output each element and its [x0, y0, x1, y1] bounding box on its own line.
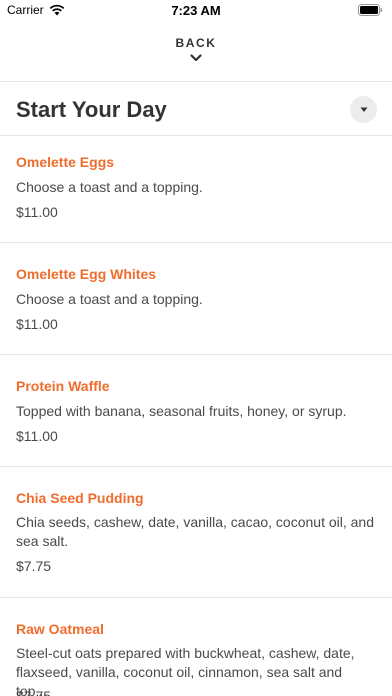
back-label: BACK: [175, 36, 217, 50]
menu-item-name: Protein Waffle: [16, 378, 110, 394]
menu-item-price: $7.75: [16, 688, 52, 696]
menu-item-protein-waffle[interactable]: Protein Waffle Topped with banana, seaso…: [0, 355, 392, 466]
section-title: Start Your Day: [16, 97, 167, 122]
menu-item-chia-seed-pudding[interactable]: Chia Seed Pudding Chia seeds, cashew, da…: [0, 467, 392, 597]
menu-item-name: Raw Oatmeal: [16, 621, 104, 637]
menu-item-price: $11.00: [16, 428, 58, 444]
caret-down-icon: [360, 107, 367, 112]
menu-item-description: Choose a toast and a topping.: [16, 291, 203, 307]
menu-item-name: Omelette Eggs: [16, 154, 115, 170]
back-button[interactable]: BACK: [0, 36, 392, 70]
menu-item-omelette-egg-whites[interactable]: Omelette Egg Whites Choose a toast and a…: [0, 243, 392, 354]
menu-item-omelette-eggs[interactable]: Omelette Eggs Choose a toast and a toppi…: [0, 136, 392, 242]
menu-item-price: $11.00: [16, 204, 58, 220]
menu-item-description: Topped with banana, seasonal fruits, hon…: [16, 403, 347, 419]
menu-item-name: Omelette Egg Whites: [16, 266, 157, 282]
menu-item-description: Steel-cut oats prepared with buckwheat, …: [16, 645, 355, 696]
menu-item-name: Chia Seed Pudding: [16, 490, 144, 506]
section-collapse-button[interactable]: [350, 96, 377, 123]
section-header: Start Your Day: [0, 82, 392, 136]
battery-icon: [358, 4, 383, 16]
menu-item-raw-oatmeal[interactable]: Raw Oatmeal Steel-cut oats prepared with…: [0, 598, 392, 696]
menu-item-price: $11.00: [16, 316, 58, 332]
status-time: 7:23 AM: [171, 3, 221, 18]
menu-item-price: $7.75: [16, 558, 52, 574]
menu-item-description: Choose a toast and a topping.: [16, 179, 203, 195]
chevron-down-icon: [190, 54, 202, 62]
menu-item-description: Chia seeds, cashew, date, vanilla, cacao…: [16, 514, 374, 549]
status-bar: Carrier 7:23 AM: [0, 0, 392, 22]
